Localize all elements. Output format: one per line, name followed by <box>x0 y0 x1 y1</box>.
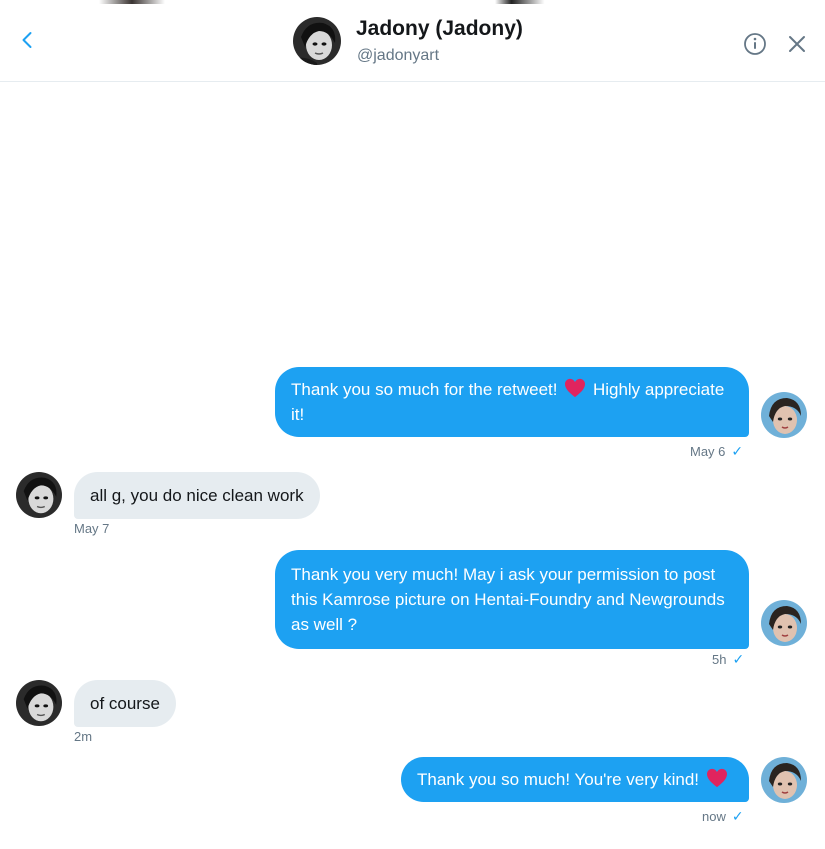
message-timestamp: May 7 <box>74 521 110 536</box>
message-meta: 5h ✓ <box>712 651 744 668</box>
avatar[interactable] <box>16 680 62 726</box>
own-avatar-image <box>761 600 807 646</box>
message-bubble-outgoing[interactable]: Thank you very much! May i ask your perm… <box>275 550 749 649</box>
close-icon <box>789 36 805 52</box>
back-button[interactable] <box>14 26 42 54</box>
avatar[interactable] <box>761 600 807 646</box>
message-meta: May 6 ✓ <box>690 443 743 460</box>
conversation-header: Jadony (Jadony) @jadonyart <box>0 0 825 82</box>
message-text: all g, you do nice clean work <box>90 486 304 505</box>
message-bubble-incoming[interactable]: all g, you do nice clean work <box>74 472 320 519</box>
message-bubble-incoming[interactable]: of course <box>74 680 176 727</box>
contact-avatar-image <box>293 17 341 65</box>
message-text: of course <box>90 694 160 713</box>
avatar[interactable] <box>761 757 807 803</box>
message-bubble-outgoing[interactable]: Thank you so much for the retweet! Highl… <box>275 367 749 437</box>
own-avatar-image <box>761 757 807 803</box>
message-timestamp: 2m <box>74 729 93 744</box>
message-text: Thank you so much for the retweet! <box>291 380 558 399</box>
seen-check-icon: ✓ <box>731 443 744 459</box>
seen-check-icon: ✓ <box>732 651 745 667</box>
contact-avatar-image <box>16 680 62 726</box>
message-text: Thank you so much! You're very kind! <box>417 770 700 789</box>
message-bubble-outgoing[interactable]: Thank you so much! You're very kind! <box>401 757 749 802</box>
message-timestamp: May 6 <box>690 444 726 459</box>
contact-display-name[interactable]: Jadony (Jadony) <box>356 17 523 41</box>
message-timestamp: now <box>702 809 726 824</box>
avatar[interactable] <box>761 392 807 438</box>
conversation-info-button[interactable] <box>742 31 768 57</box>
seen-check-icon: ✓ <box>731 808 744 824</box>
avatar[interactable] <box>293 17 341 65</box>
heart-icon <box>565 378 586 398</box>
own-avatar-image <box>761 392 807 438</box>
message-meta: now ✓ <box>702 808 744 825</box>
heart-icon <box>706 768 727 788</box>
contact-avatar-image <box>16 472 62 518</box>
avatar[interactable] <box>16 472 62 518</box>
close-button[interactable] <box>784 31 810 57</box>
info-icon <box>744 33 766 55</box>
message-timestamp: 5h <box>712 652 727 667</box>
message-text: Thank you very much! May i ask your perm… <box>291 565 725 634</box>
contact-handle[interactable]: @jadonyart <box>357 47 439 65</box>
chevron-left-icon <box>22 32 32 48</box>
